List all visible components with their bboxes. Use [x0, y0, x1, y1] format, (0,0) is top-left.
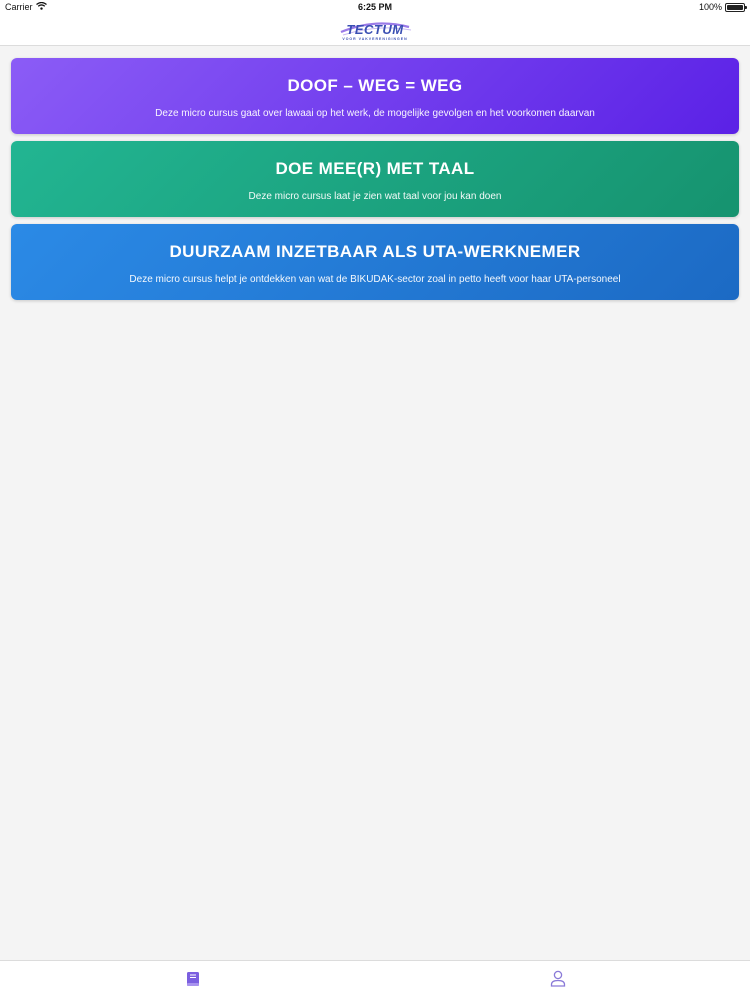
- course-description: Deze micro cursus gaat over lawaai op he…: [155, 107, 595, 119]
- nav-header: TECTUM VOOR VAKVERENIGINGEN: [0, 16, 750, 46]
- tab-bar: [0, 960, 750, 1000]
- course-card-duurzaam-inzetbaar[interactable]: DUURZAAM INZETBAAR ALS UTA-WERKNEMER Dez…: [11, 224, 739, 300]
- logo-tagline: VOOR VAKVERENIGINGEN: [342, 36, 408, 41]
- tab-profile[interactable]: [375, 961, 750, 1000]
- course-card-doe-meer-taal[interactable]: DOE MEE(R) MET TAAL Deze micro cursus la…: [11, 141, 739, 217]
- course-description: Deze micro cursus helpt je ontdekken van…: [129, 273, 621, 285]
- course-title: DOOF – WEG = WEG: [287, 75, 463, 95]
- course-title: DUURZAAM INZETBAAR ALS UTA-WERKNEMER: [169, 241, 581, 261]
- logo-text: TECTUM: [346, 21, 404, 37]
- battery-icon: [725, 2, 747, 12]
- app-screen: Carrier 6:25 PM 100% TECTUM VOOR VAKVERE…: [0, 0, 750, 1000]
- tab-courses[interactable]: [0, 961, 375, 1000]
- book-icon: [186, 971, 200, 992]
- tectum-logo: TECTUM VOOR VAKVERENIGINGEN: [337, 18, 413, 44]
- course-description: Deze micro cursus laat je zien wat taal …: [248, 190, 502, 202]
- battery-percent: 100%: [698, 2, 722, 12]
- course-list: DOOF – WEG = WEG Deze micro cursus gaat …: [11, 58, 739, 307]
- status-time: 6:25 PM: [357, 2, 392, 12]
- course-title: DOE MEE(R) MET TAAL: [275, 158, 475, 178]
- status-bar: Carrier 6:25 PM 100%: [0, 0, 750, 16]
- person-icon: [550, 970, 566, 992]
- course-card-doof-weg[interactable]: DOOF – WEG = WEG Deze micro cursus gaat …: [11, 58, 739, 134]
- status-right: 100%: [698, 2, 747, 12]
